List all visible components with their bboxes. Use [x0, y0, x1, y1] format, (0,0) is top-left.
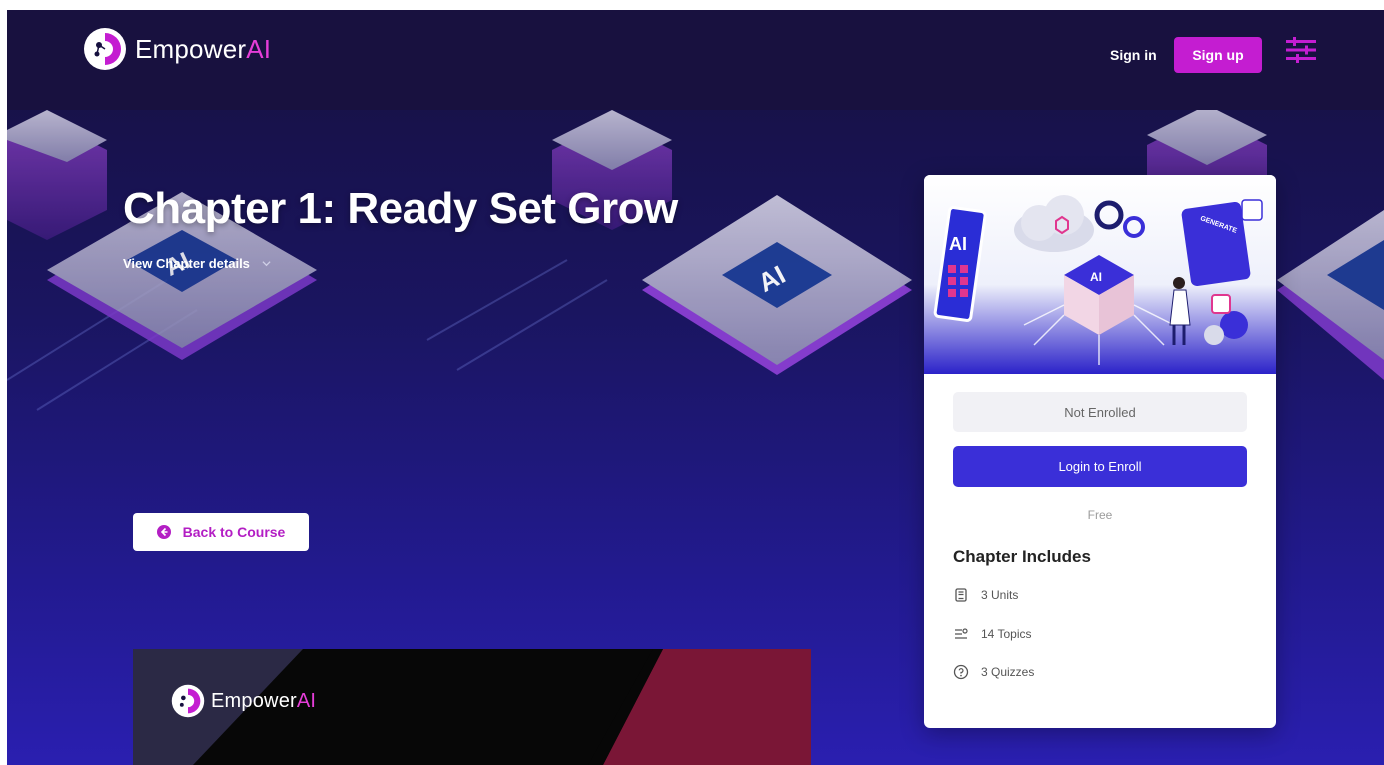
sign-in-link[interactable]: Sign in: [1110, 47, 1157, 63]
page-frame: AI AI EmpowerAI Sign in Sign up Chapter …: [7, 10, 1384, 765]
chapter-includes-title: Chapter Includes: [953, 547, 1091, 566]
arrow-left-circle-icon: [156, 525, 171, 539]
preview-brand-logo: EmpowerAI: [171, 684, 316, 718]
list-icon: [955, 628, 968, 639]
include-item-label: 14 Topics: [981, 627, 1032, 641]
sign-up-button[interactable]: Sign up: [1174, 37, 1262, 73]
include-item-quizzes: 3 Quizzes: [953, 664, 1034, 680]
login-to-enroll-button[interactable]: Login to Enroll: [953, 446, 1247, 487]
top-nav: EmpowerAI Sign in Sign up: [7, 10, 1384, 110]
chapter-illustration: AI AI GENERATE: [924, 175, 1276, 374]
chapter-title: Chapter 1: Ready Set Grow: [123, 184, 678, 233]
illustration-cube-label: AI: [1090, 270, 1102, 284]
include-item-label: 3 Units: [981, 588, 1019, 602]
enrollment-card: AI AI GENERATE Not Enrolled Login to Enr…: [924, 175, 1276, 728]
settings-sliders-icon[interactable]: [1286, 37, 1316, 63]
preview-brand-name: EmpowerAI: [211, 689, 317, 712]
include-item-units: 3 Units: [953, 587, 1018, 603]
include-item-topics: 14 Topics: [953, 626, 1031, 642]
back-to-course-button[interactable]: Back to Course: [133, 513, 309, 551]
question-circle-icon: [953, 664, 969, 680]
brand-logo[interactable]: EmpowerAI: [83, 27, 271, 71]
chevron-down-icon: [262, 261, 271, 267]
enrollment-status: Not Enrolled: [953, 392, 1247, 432]
illustration-phone-label: AI: [949, 234, 967, 254]
include-item-label: 3 Quizzes: [981, 665, 1035, 679]
brand-head-icon: [84, 28, 126, 70]
brand-head-icon: [171, 684, 205, 718]
book-icon: [955, 588, 967, 602]
brand-name: EmpowerAI: [135, 33, 272, 64]
view-chapter-details-toggle[interactable]: View Chapter details: [123, 256, 271, 271]
back-to-course-label: Back to Course: [182, 524, 286, 540]
chapter-preview-banner[interactable]: EmpowerAI: [133, 649, 811, 765]
price-label: Free: [1087, 508, 1113, 522]
view-chapter-details-label: View Chapter details: [123, 256, 250, 271]
